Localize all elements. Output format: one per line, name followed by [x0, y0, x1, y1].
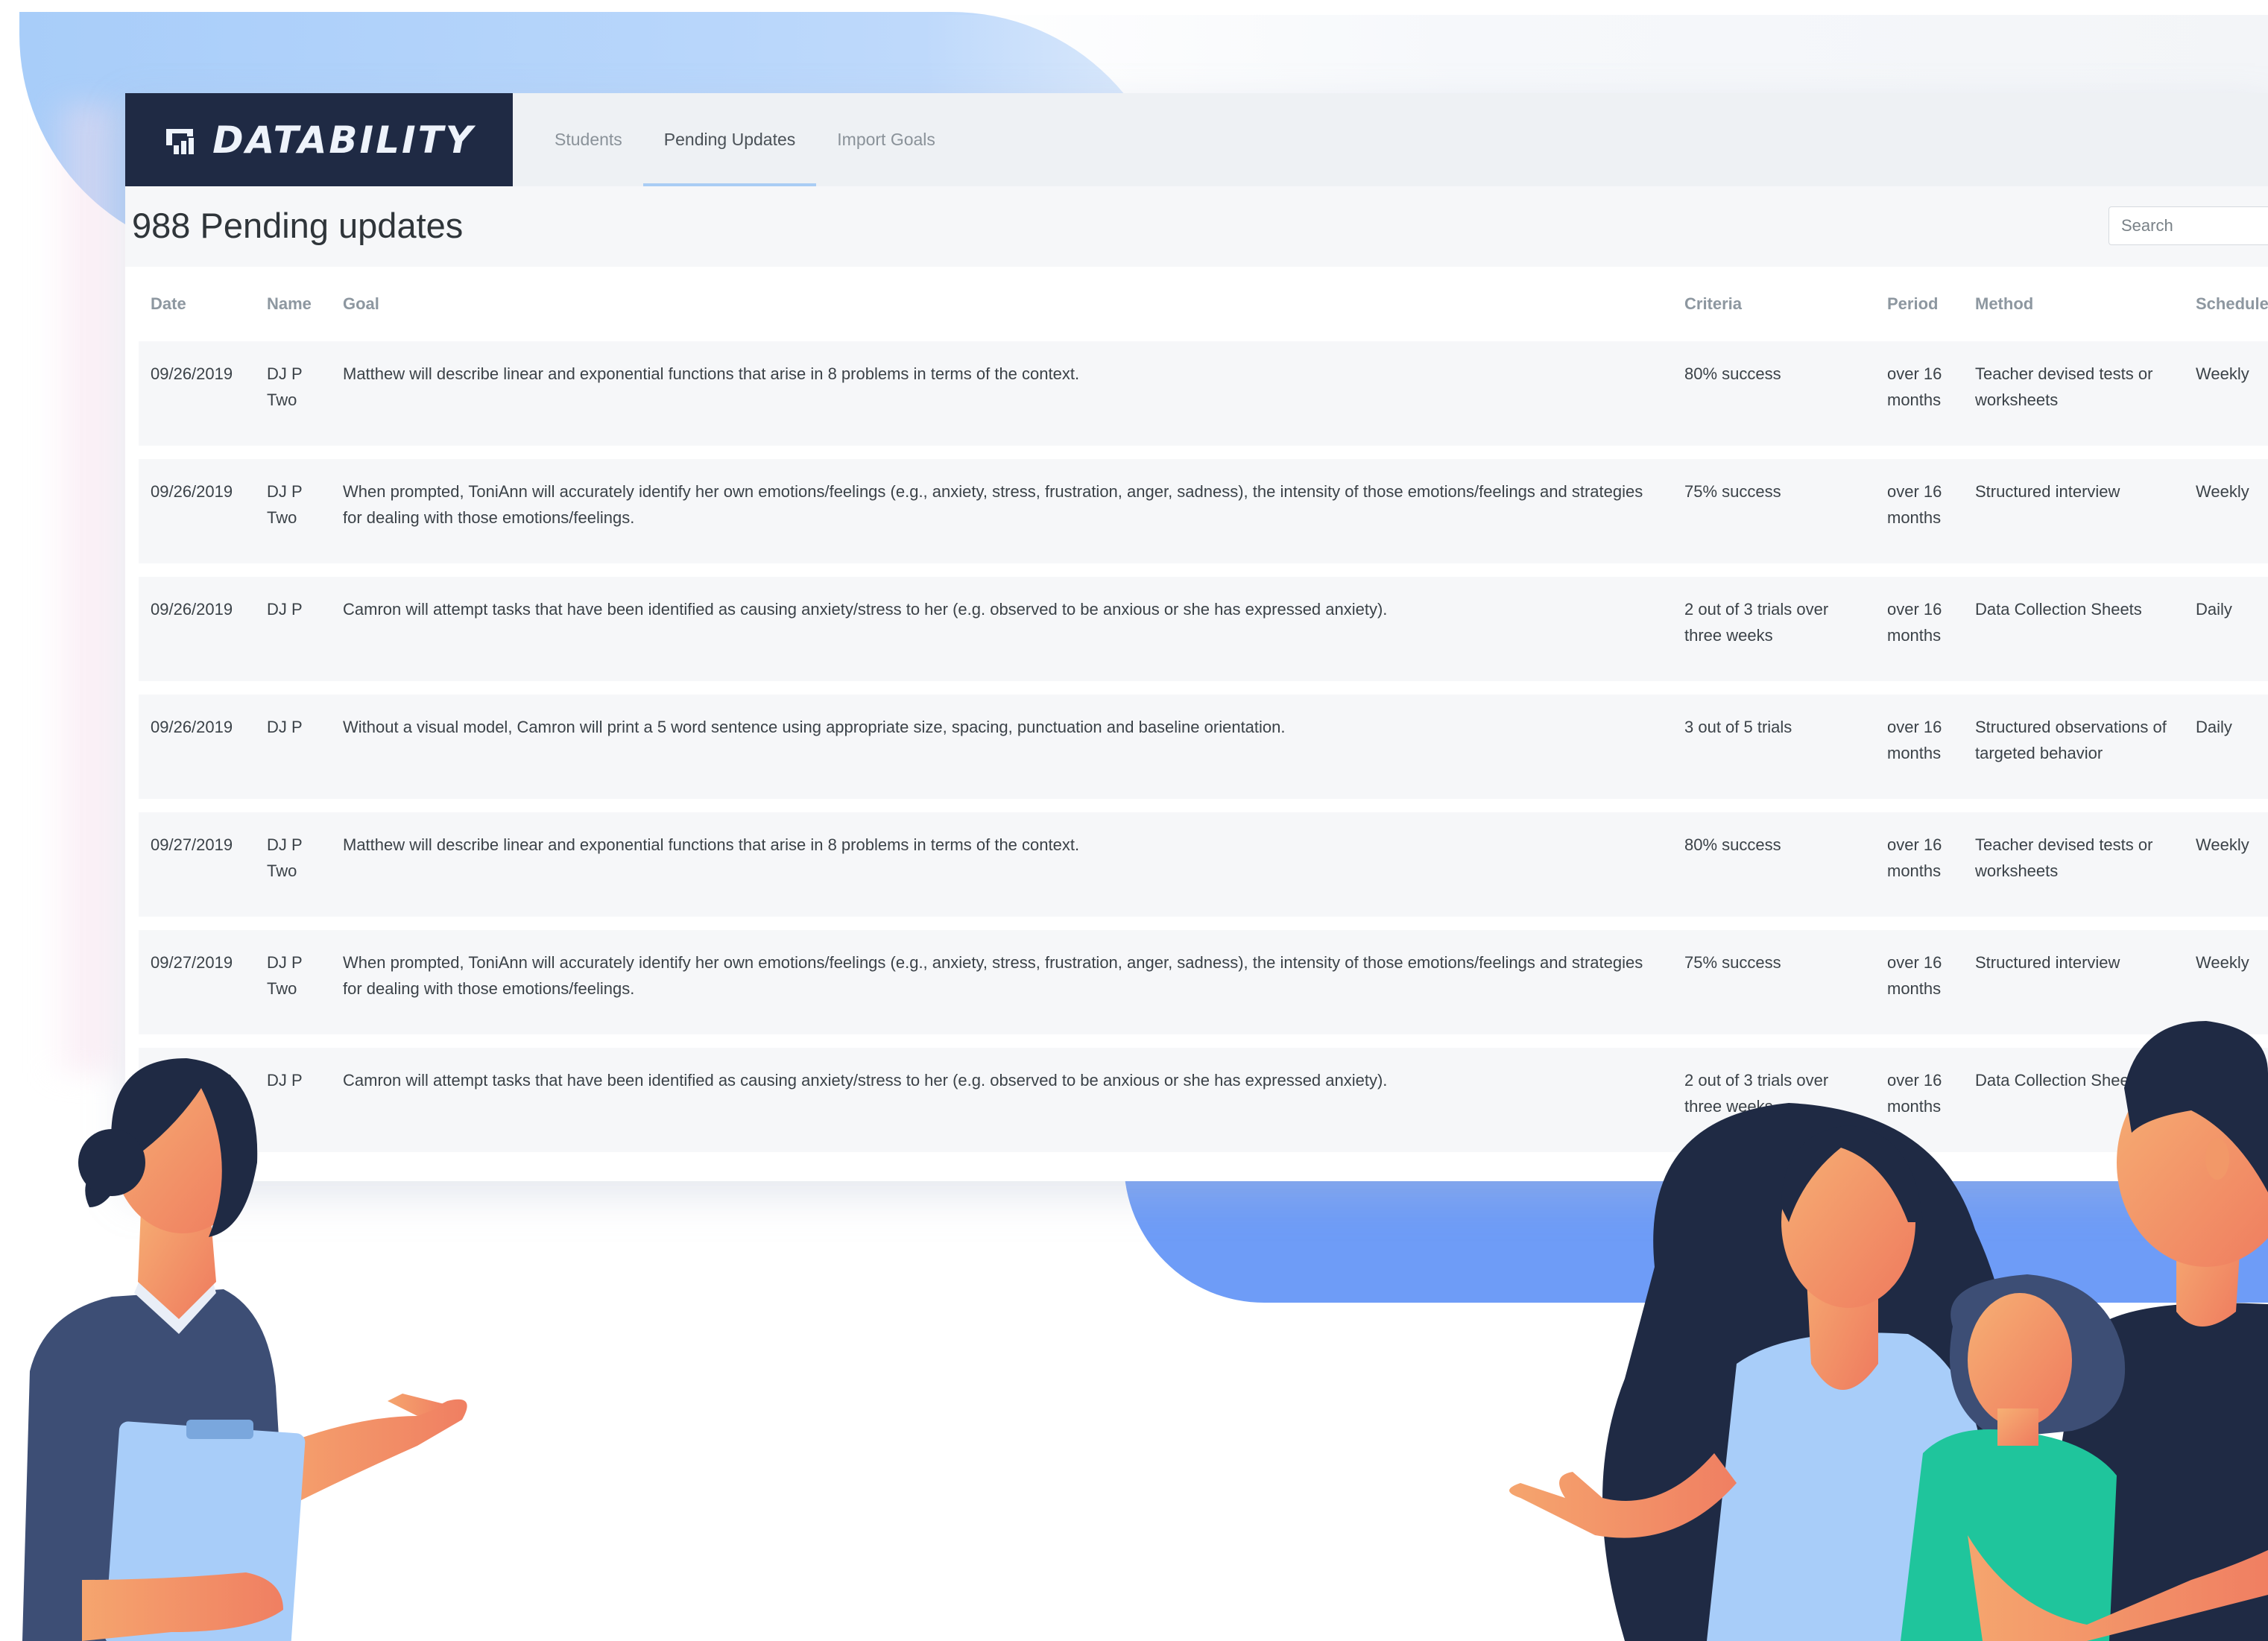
- cell-schedule: Daily: [2196, 718, 2232, 736]
- cell-name: DJ P Two: [267, 364, 303, 409]
- cell-criteria: 3 out of 5 trials: [1684, 718, 1792, 736]
- table-header: Date Name Goal Criteria Period Method Sc…: [139, 294, 2268, 339]
- cell-criteria: 80% success: [1684, 364, 1781, 383]
- cell-date: 09/26/2019: [151, 482, 233, 501]
- cell-goal: Camron will attempt tasks that have been…: [343, 1071, 1388, 1090]
- cell-method: Structured interview: [1975, 953, 2120, 972]
- cell-period: over 16 months: [1887, 482, 1942, 527]
- child-figure: [1901, 1274, 2268, 1641]
- cell-name: DJ P Two: [267, 835, 303, 880]
- cell-date: 09/26/2019: [151, 600, 233, 619]
- table-row[interactable]: 09/27/2019 DJ P Two When prompted, ToniA…: [139, 930, 2268, 1034]
- cell-criteria: 2 out of 3 trials over three weeks: [1684, 1071, 1829, 1116]
- cell-criteria: 80% success: [1684, 835, 1781, 854]
- brand-name: DATABILITY: [212, 118, 475, 162]
- cell-goal: Camron will attempt tasks that have been…: [343, 600, 1388, 619]
- table-row[interactable]: 09/27/2019 DJ P Camron will attempt task…: [139, 1048, 2268, 1152]
- search-input[interactable]: [2109, 206, 2268, 245]
- cell-schedule: Daily: [2196, 1071, 2232, 1090]
- column-header-name[interactable]: Name: [267, 294, 312, 314]
- column-header-schedule[interactable]: Schedule: [2196, 294, 2268, 314]
- cell-schedule: Weekly: [2196, 482, 2249, 501]
- cell-period: over 16 months: [1887, 718, 1942, 762]
- cell-name: DJ P: [267, 600, 303, 619]
- table-row[interactable]: 09/26/2019 DJ P Without a visual model, …: [139, 695, 2268, 799]
- background-glow: [45, 104, 134, 1073]
- table-row[interactable]: 09/27/2019 DJ P Two Matthew will describ…: [139, 812, 2268, 917]
- cell-method: Data Collection Sheets: [1975, 600, 2142, 619]
- cell-date: 09/27/2019: [151, 953, 233, 972]
- table-row[interactable]: 09/26/2019 DJ P Two Matthew will describ…: [139, 341, 2268, 446]
- column-header-goal[interactable]: Goal: [343, 294, 379, 314]
- datability-logo-icon: [163, 123, 202, 157]
- cell-method: Teacher devised tests or worksheets: [1975, 364, 2153, 409]
- cell-criteria: 75% success: [1684, 482, 1781, 501]
- cell-method: Structured observations of targeted beha…: [1975, 718, 2167, 762]
- cell-period: over 16 months: [1887, 953, 1942, 998]
- cell-period: over 16 months: [1887, 835, 1942, 880]
- column-header-period[interactable]: Period: [1887, 294, 1938, 314]
- cell-name: DJ P Two: [267, 482, 303, 527]
- app-window: DATABILITY Students Pending Updates Impo…: [125, 93, 2268, 1181]
- cell-name: DJ P: [267, 1071, 303, 1090]
- cell-name: DJ P Two: [267, 953, 303, 998]
- tab-pending-updates[interactable]: Pending Updates: [642, 93, 817, 186]
- cell-period: over 16 months: [1887, 1071, 1942, 1116]
- cell-date: 09/27/2019: [151, 835, 233, 854]
- cell-date: 09/26/2019: [151, 364, 233, 383]
- cell-period: over 16 months: [1887, 600, 1942, 645]
- cell-criteria: 75% success: [1684, 953, 1781, 972]
- cell-goal: When prompted, ToniAnn will accurately i…: [343, 953, 1643, 998]
- cell-period: over 16 months: [1887, 364, 1942, 409]
- cell-schedule: Weekly: [2196, 364, 2249, 383]
- table-row[interactable]: 09/26/2019 DJ P Two When prompted, ToniA…: [139, 459, 2268, 563]
- cell-schedule: Weekly: [2196, 835, 2249, 854]
- nav-tabs: Students Pending Updates Import Goals: [534, 93, 956, 186]
- cell-method: Structured interview: [1975, 482, 2120, 501]
- brand-logo[interactable]: DATABILITY: [125, 93, 513, 186]
- column-header-date[interactable]: Date: [151, 294, 186, 314]
- tab-import-goals[interactable]: Import Goals: [816, 93, 956, 186]
- column-header-criteria[interactable]: Criteria: [1684, 294, 1742, 314]
- navbar: DATABILITY Students Pending Updates Impo…: [125, 93, 2268, 186]
- cell-method: Data Collection Sheets: [1975, 1071, 2142, 1090]
- column-header-method[interactable]: Method: [1975, 294, 2033, 314]
- cell-method: Teacher devised tests or worksheets: [1975, 835, 2153, 880]
- cell-schedule: Weekly: [2196, 953, 2249, 972]
- cell-schedule: Daily: [2196, 600, 2232, 619]
- cell-goal: When prompted, ToniAnn will accurately i…: [343, 482, 1643, 527]
- cell-criteria: 2 out of 3 trials over three weeks: [1684, 600, 1829, 645]
- cell-name: DJ P: [267, 718, 303, 736]
- cell-date: 09/26/2019: [151, 718, 233, 736]
- table-row[interactable]: 09/26/2019 DJ P Camron will attempt task…: [139, 577, 2268, 681]
- background-shape-bottom: [1124, 1163, 2268, 1303]
- cell-goal: Matthew will describe linear and exponen…: [343, 835, 1080, 854]
- cell-goal: Without a visual model, Camron will prin…: [343, 718, 1286, 736]
- background-fade: [924, 15, 2268, 104]
- page-title: 988 Pending updates: [132, 206, 464, 245]
- cell-date: 09/27/2019: [151, 1071, 233, 1090]
- cell-goal: Matthew will describe linear and exponen…: [343, 364, 1080, 383]
- tab-students[interactable]: Students: [534, 93, 643, 186]
